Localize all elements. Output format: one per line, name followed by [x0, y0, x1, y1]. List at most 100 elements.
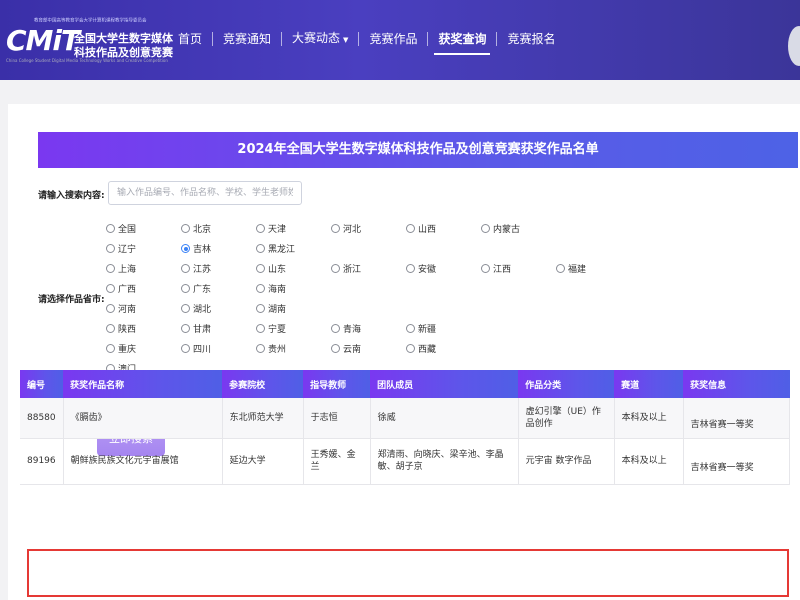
province-option[interactable]: 陕西: [106, 322, 136, 335]
radio-icon: [406, 224, 415, 233]
province-option-label: 安徽: [418, 265, 437, 275]
radio-icon: [106, 244, 115, 253]
cell-school: 延边大学: [222, 438, 304, 485]
logo-mark: CMiT: [6, 24, 80, 57]
radio-icon: [181, 264, 190, 273]
province-option[interactable]: 上海: [106, 262, 136, 275]
cell-advisor: 于志恒: [303, 398, 371, 439]
radio-icon: [256, 324, 265, 333]
nav-news-label: 大赛动态: [292, 31, 341, 45]
radio-icon: [481, 224, 490, 233]
radio-icon: [106, 304, 115, 313]
radio-icon: [406, 324, 415, 333]
awards-table: 编号 获奖作品名称 参赛院校 指导教师 团队成员 作品分类 赛道 获奖信息 88…: [20, 370, 791, 485]
radio-icon: [181, 244, 190, 253]
province-option[interactable]: 江苏: [181, 262, 211, 275]
province-option-label: 内蒙古: [493, 225, 521, 235]
search-label: 请输入搜索内容:: [38, 191, 105, 201]
radio-icon: [106, 324, 115, 333]
province-option-label: 河南: [118, 305, 137, 315]
province-option-label: 辽宁: [118, 245, 137, 255]
header-side-button[interactable]: [788, 26, 800, 66]
nav-news[interactable]: 大赛动态 ▼: [282, 30, 358, 48]
province-option[interactable]: 吉林: [181, 242, 211, 255]
table-row[interactable]: 88580 《膈齿》 东北师范大学 于志恒 徐威 虚幻引擎（UE）作品创作 本科…: [20, 398, 791, 439]
province-option[interactable]: 四川: [181, 342, 211, 355]
province-option[interactable]: 浙江: [331, 262, 361, 275]
nav-notices[interactable]: 竞赛通知: [213, 31, 281, 47]
province-option-label: 湖南: [268, 305, 287, 315]
column-header: 指导教师: [303, 370, 371, 398]
province-row: 辽宁 吉林 黑龙江: [106, 239, 666, 259]
province-row: 广西 广东 海南: [106, 279, 666, 299]
province-option[interactable]: 安徽: [406, 262, 436, 275]
province-option[interactable]: 甘肃: [181, 322, 211, 335]
province-option-label: 天津: [268, 225, 287, 235]
cell-team: 徐威: [370, 398, 519, 439]
province-option[interactable]: 贵州: [256, 342, 286, 355]
province-option[interactable]: 广西: [106, 282, 136, 295]
radio-icon: [106, 344, 115, 353]
nav-works[interactable]: 竞赛作品: [359, 31, 427, 47]
province-option-label: 江西: [493, 265, 512, 275]
logo-english-text: China College Student Digital Media Tech…: [6, 58, 168, 63]
province-option[interactable]: 重庆: [106, 342, 136, 355]
province-option[interactable]: 西藏: [406, 342, 436, 355]
nav-home[interactable]: 首页: [168, 31, 212, 47]
column-header: 获奖作品名称: [63, 370, 223, 398]
cell-work-name: 朝鲜族民族文化元宇宙展馆: [63, 438, 223, 485]
province-option[interactable]: 福建: [556, 262, 586, 275]
site-header: 教育部中国高等教育学会大学计算机课程教学指导委员会 CMiT 全国大学生数字媒体…: [0, 0, 800, 80]
province-option[interactable]: 河南: [106, 302, 136, 315]
province-option[interactable]: 山西: [406, 222, 436, 235]
province-option[interactable]: 黑龙江: [256, 242, 295, 255]
search-input[interactable]: [108, 181, 302, 205]
radio-icon: [256, 304, 265, 313]
province-option-label: 陕西: [118, 325, 137, 335]
province-radio-group: 全国 北京 天津 河北 山西 内蒙古辽宁 吉林 黑龙江上海 江苏 山东 浙江 安徽 江西 福建广西 广东 海南…: [106, 219, 666, 379]
province-option-label: 海南: [268, 285, 287, 295]
award-text: 吉林省赛一等奖: [690, 463, 754, 473]
province-row: 全国 北京 天津 河北 山西 内蒙古: [106, 219, 666, 239]
province-option[interactable]: 新疆: [406, 322, 436, 335]
province-option[interactable]: 辽宁: [106, 242, 136, 255]
province-option[interactable]: 内蒙古: [481, 222, 520, 235]
cell-track: 本科及以上: [614, 438, 684, 485]
province-option[interactable]: 宁夏: [256, 322, 286, 335]
cell-category: 元宇宙 数字作品: [518, 438, 615, 485]
radio-icon: [256, 264, 265, 273]
radio-icon: [481, 264, 490, 273]
radio-icon: [256, 284, 265, 293]
province-row: 陕西 甘肃 宁夏 青海 新疆: [106, 319, 666, 339]
radio-icon: [181, 324, 190, 333]
province-option-label: 山西: [418, 225, 437, 235]
main-nav: 首页 竞赛通知 大赛动态 ▼ 竞赛作品 获奖查询 竞赛报名: [168, 29, 565, 55]
province-option[interactable]: 天津: [256, 222, 286, 235]
logo-organizer-text: 教育部中国高等教育学会大学计算机课程教学指导委员会: [34, 17, 147, 24]
radio-icon: [181, 344, 190, 353]
province-option[interactable]: 北京: [181, 222, 211, 235]
province-option[interactable]: 山东: [256, 262, 286, 275]
province-option[interactable]: 青海: [331, 322, 361, 335]
cell-team: 郑清雨、向晓庆、梁辛池、李晶敏、胡子京: [370, 438, 519, 485]
province-option-label: 河北: [343, 225, 362, 235]
cell-advisor: 王秀媛、金兰: [303, 438, 371, 485]
province-option[interactable]: 云南: [331, 342, 361, 355]
province-option[interactable]: 全国: [106, 222, 136, 235]
award-text: 吉林省赛一等奖: [690, 419, 754, 430]
province-option[interactable]: 湖北: [181, 302, 211, 315]
nav-awards[interactable]: 获奖查询: [428, 31, 496, 55]
province-option-label: 贵州: [268, 345, 287, 355]
province-option[interactable]: 广东: [181, 282, 211, 295]
content-card: 2024年全国大学生数字媒体科技作品及创意竞赛获奖作品名单 请输入搜索内容: 请…: [8, 104, 800, 600]
province-option[interactable]: 江西: [481, 262, 511, 275]
province-label: 请选择作品省市:: [38, 295, 105, 305]
table-header-row: 编号 获奖作品名称 参赛院校 指导教师 团队成员 作品分类 赛道 获奖信息: [20, 370, 790, 398]
competition-logo[interactable]: 教育部中国高等教育学会大学计算机课程教学指导委员会 CMiT 全国大学生数字媒体…: [6, 17, 173, 66]
province-option[interactable]: 海南: [256, 282, 286, 295]
province-option[interactable]: 河北: [331, 222, 361, 235]
nav-register[interactable]: 竞赛报名: [497, 31, 565, 47]
radio-icon: [331, 344, 340, 353]
province-option[interactable]: 湖南: [256, 302, 286, 315]
table-row[interactable]: 89196 朝鲜族民族文化元宇宙展馆 延边大学 王秀媛、金兰 郑清雨、向晓庆、梁…: [20, 438, 791, 485]
